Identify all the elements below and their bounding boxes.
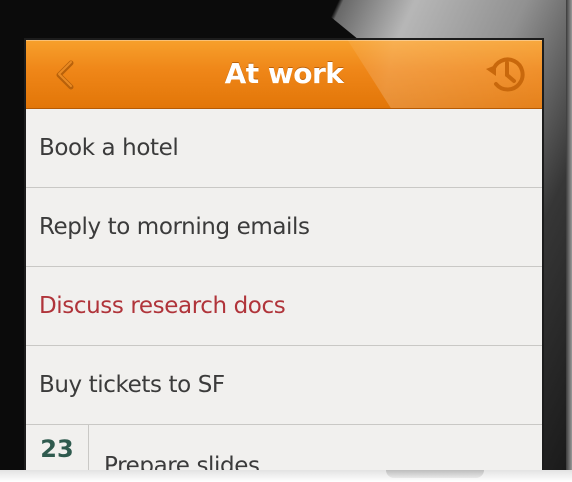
page-bottom-strip	[0, 470, 572, 482]
bezel-edge	[566, 0, 572, 470]
phone-frame: At work Book a hotel Reply to morning em…	[0, 0, 572, 470]
task-label: Prepare slides	[104, 453, 260, 470]
history-button[interactable]	[482, 49, 532, 99]
task-label: Buy tickets to SF	[39, 372, 225, 398]
app-screen: At work Book a hotel Reply to morning em…	[26, 40, 542, 470]
task-label: Discuss research docs	[39, 293, 286, 319]
date-block: 23	[26, 425, 89, 470]
list-item[interactable]: Reply to morning emails	[26, 188, 542, 267]
chevron-left-icon	[56, 60, 74, 90]
list-item-highlighted[interactable]: Discuss research docs	[26, 267, 542, 346]
list-item[interactable]: Book a hotel	[26, 109, 542, 188]
device-button	[386, 470, 484, 478]
history-clock-icon	[486, 57, 525, 92]
navigation-bar: At work	[26, 40, 542, 109]
list-item-dated[interactable]: 23 Prepare slides	[26, 425, 542, 470]
task-label: Reply to morning emails	[39, 214, 310, 240]
task-label: Book a hotel	[39, 135, 179, 161]
back-button[interactable]	[48, 58, 82, 92]
list-item[interactable]: Buy tickets to SF	[26, 346, 542, 425]
date-day: 23	[40, 435, 74, 463]
task-list: Book a hotel Reply to morning emails Dis…	[26, 109, 542, 470]
